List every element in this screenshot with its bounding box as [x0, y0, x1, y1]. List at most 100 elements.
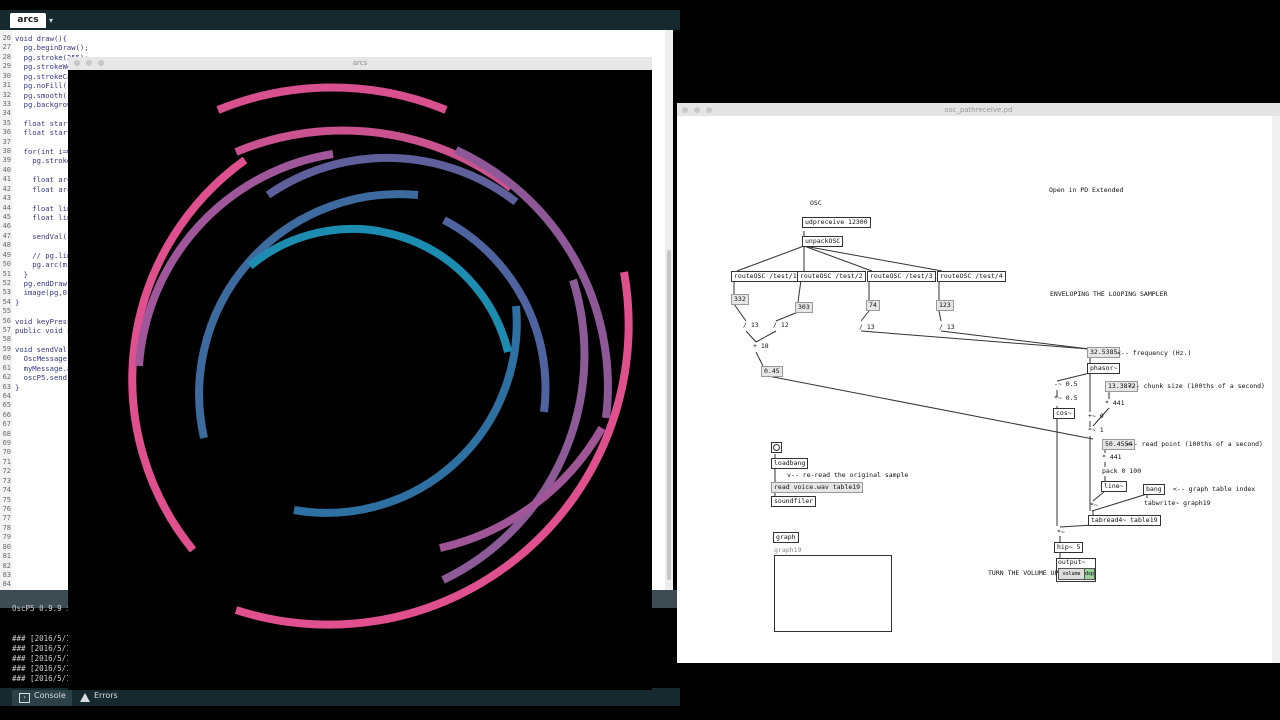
line-number: 81 — [2, 552, 11, 561]
line-number: 69 — [2, 439, 11, 448]
line-number: 68 — [2, 429, 11, 438]
obj-mul-05[interactable]: *~ 0.5 — [1054, 394, 1077, 403]
line-number: 53 — [2, 288, 11, 297]
msg-read-voice[interactable]: read voice.wav table19 — [771, 482, 864, 493]
code-line: } — [15, 382, 20, 392]
obj-div-4[interactable]: / 13 — [939, 323, 955, 332]
code-line: pg.noFill() — [15, 81, 72, 91]
line-number: 30 — [2, 71, 11, 80]
obj-div-2[interactable]: / 12 — [773, 321, 789, 330]
code-line: pg.strokeCa — [15, 71, 72, 81]
line-number: 78 — [2, 523, 11, 532]
editor-scrollbar-thumb[interactable] — [667, 250, 671, 580]
number-303[interactable]: 303 — [795, 302, 813, 313]
code-line: oscP5.send( — [15, 373, 72, 383]
code-line: pg.arc(mi — [15, 260, 72, 270]
obj-soundfiler[interactable]: soundfiler — [771, 496, 817, 507]
number-332[interactable]: 332 — [731, 294, 749, 305]
line-number: 60 — [2, 354, 11, 363]
line-number: 36 — [2, 128, 11, 137]
line-number: 40 — [2, 165, 11, 174]
obj-bang-msg[interactable]: bang — [1143, 484, 1165, 495]
comment-graph-index: <-- graph table index — [1173, 485, 1256, 493]
line-number: 67 — [2, 420, 11, 429]
code-line: } — [15, 297, 20, 307]
obj-udpreceive[interactable]: udpreceive 12300 — [802, 217, 871, 228]
sketch-canvas[interactable] — [68, 70, 652, 690]
obj-route-1[interactable]: routeOSC /test/1 — [731, 271, 800, 282]
code-line: for(int i=0 — [15, 147, 72, 157]
obj-mul-441-b[interactable]: * 441 — [1102, 453, 1122, 462]
comment-frequency: <-- frequency (Hz.) — [1117, 349, 1192, 357]
dsp-toggle[interactable]: dsp — [1084, 568, 1095, 580]
obj-line[interactable]: line~ — [1101, 481, 1127, 492]
line-number: 31 — [2, 81, 11, 90]
line-number: 33 — [2, 99, 11, 108]
line-number: 46 — [2, 222, 11, 231]
line-number: 63 — [2, 382, 11, 391]
line-number: 56 — [2, 316, 11, 325]
pd-scrollbar[interactable] — [1272, 116, 1280, 663]
number-045[interactable]: 0.45 — [761, 366, 783, 377]
obj-sub-05[interactable]: -~ 0.5 — [1054, 380, 1077, 389]
obj-route-2[interactable]: routeOSC /test/2 — [797, 271, 866, 282]
tab-arcs[interactable]: arcs — [10, 13, 46, 28]
obj-mul-1[interactable]: *~ 1 — [1088, 426, 1104, 435]
obj-div-1[interactable]: / 13 — [743, 321, 759, 330]
obj-unpackosc[interactable]: unpackOSC — [802, 236, 844, 247]
obj-mul-sig[interactable]: *~ — [1090, 501, 1098, 510]
line-number: 44 — [2, 203, 11, 212]
volume-slider[interactable]: volume — [1058, 568, 1085, 580]
obj-loadbang[interactable]: loadbang — [771, 458, 809, 469]
line-number: 54 — [2, 297, 11, 306]
pd-patch-canvas[interactable]: Open in PD Extended OSC ENVELOPING THE L… — [677, 116, 1280, 663]
comment-readpoint: <-- read point (100ths of a second) — [1126, 440, 1263, 448]
obj-cos[interactable]: cos~ — [1053, 408, 1075, 419]
obj-div-3[interactable]: / 13 — [859, 323, 875, 332]
line-number: 35 — [2, 118, 11, 127]
code-line: float start — [15, 118, 72, 128]
obj-hip[interactable]: hip~ 5 — [1054, 542, 1084, 553]
line-number: 80 — [2, 542, 11, 551]
code-line: float start — [15, 128, 72, 138]
line-number: 38 — [2, 147, 11, 156]
line-number: 76 — [2, 505, 11, 513]
line-number: 65 — [2, 401, 11, 410]
obj-mul-env[interactable]: *~ — [1057, 528, 1065, 537]
console-line: ### [2016/5/18 — [12, 644, 76, 653]
line-number: 83 — [2, 570, 11, 579]
obj-tabread4[interactable]: tabread4~ table19 — [1088, 515, 1161, 526]
obj-tabwrite[interactable]: tabwrite~ graph19 — [1144, 499, 1211, 508]
line-number: 37 — [2, 137, 11, 146]
obj-route-4[interactable]: routeOSC /test/4 — [937, 271, 1006, 282]
line-number: 28 — [2, 52, 11, 61]
number-74[interactable]: 74 — [866, 300, 880, 311]
code-line: float lin — [15, 203, 72, 213]
code-line: void sendVal( — [15, 344, 72, 354]
obj-route-3[interactable]: routeOSC /test/3 — [867, 271, 936, 282]
obj-mul-441-a[interactable]: * 441 — [1105, 399, 1125, 408]
obj-phasor[interactable]: phasor~ — [1087, 363, 1121, 374]
console-line: ### [2016/5/18 — [12, 634, 76, 643]
graph-array[interactable] — [774, 555, 892, 632]
errors-tab-label[interactable]: Errors — [94, 691, 118, 700]
obj-plus-0[interactable]: +~ 0 — [1088, 412, 1104, 421]
code-line: pg.beginDraw(); — [15, 43, 89, 53]
line-number: 74 — [2, 486, 11, 495]
number-frequency[interactable]: 32.5385 — [1087, 347, 1121, 358]
tab-menu-arrow-icon[interactable]: ▾ — [46, 13, 56, 28]
code-line: pg.backgrou — [15, 99, 72, 109]
pd-title: osc_pathreceive.pd — [944, 106, 1013, 114]
number-123[interactable]: 123 — [936, 300, 954, 311]
obj-pack[interactable]: pack 0 100 — [1102, 467, 1141, 476]
line-number: 72 — [2, 467, 11, 476]
obj-plus-18[interactable]: + 18 — [753, 342, 769, 351]
line-number: 73 — [2, 476, 11, 485]
line-number: 48 — [2, 241, 11, 250]
line-number: 79 — [2, 533, 11, 542]
line-number: 45 — [2, 212, 11, 221]
line-number: 34 — [2, 109, 11, 118]
console-tab-label: Console — [34, 691, 66, 700]
bang-button[interactable] — [771, 442, 782, 453]
obj-graph[interactable]: graph — [773, 532, 799, 543]
